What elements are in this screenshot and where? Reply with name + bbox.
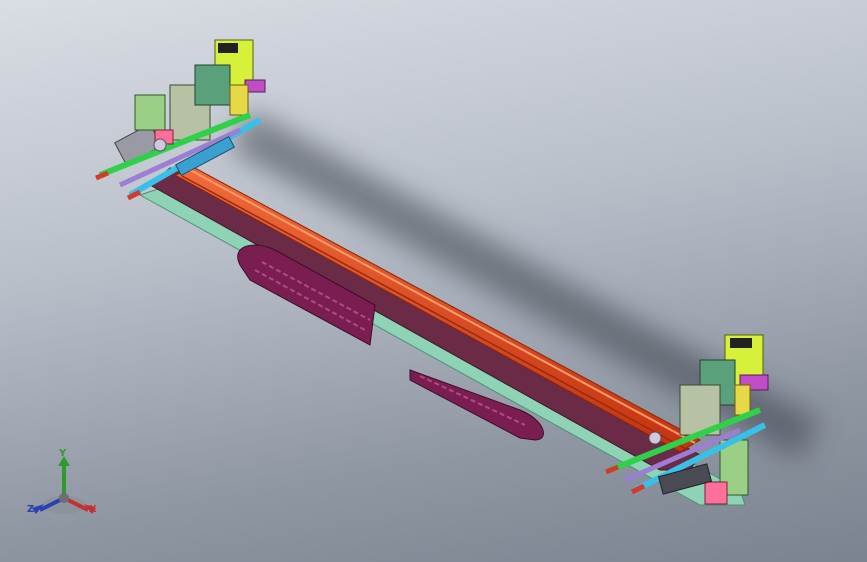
- model-canvas[interactable]: [0, 0, 867, 562]
- x-axis-label: X: [89, 504, 97, 515]
- graphics-viewport[interactable]: Y X Z: [0, 0, 867, 562]
- y-axis-label: Y: [59, 448, 67, 459]
- main-rail: [173, 167, 702, 453]
- rail-highlight: [189, 169, 696, 444]
- z-axis-label: Z: [27, 504, 35, 515]
- coordinate-triad: Y X Z: [22, 448, 112, 528]
- left-end-assembly[interactable]: [95, 39, 266, 201]
- triad-graphic: [32, 456, 96, 514]
